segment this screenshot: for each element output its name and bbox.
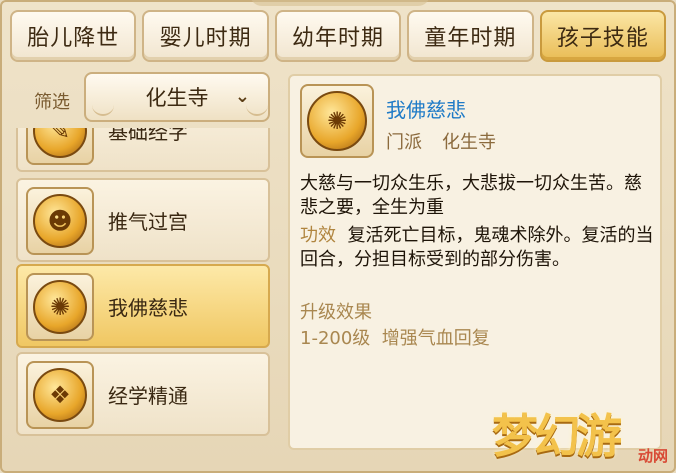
skill-icon-frame: ☻ — [26, 187, 94, 255]
skill-icon-frame: ✺ — [26, 273, 94, 341]
twin-figures-gold-icon: ☻ — [33, 194, 87, 248]
school-label: 门派 — [386, 132, 422, 153]
skill-name: 我佛慈悲 — [386, 98, 466, 122]
effect-label: 功效 — [300, 225, 336, 246]
skill-item-label: 经学精通 — [108, 384, 188, 408]
tab-infant[interactable]: 婴儿时期 — [142, 10, 269, 62]
detail-icon-frame: ✺ — [300, 84, 374, 158]
skill-item-label: 基础经字 — [108, 128, 188, 144]
dropdown-selected-value: 化生寺 — [145, 86, 209, 110]
skill-item-buddha-mercy[interactable]: ✺ 我佛慈悲 — [16, 264, 270, 348]
tab-fetal[interactable]: 胎儿降世 — [10, 10, 137, 62]
skill-icon-frame: ✎ — [26, 128, 94, 165]
effect-text: 复活死亡目标，鬼魂术除外。复活的当回合，分担目标受到的部分伤害。 — [300, 225, 654, 270]
upgrade-level: 1-200级 — [300, 328, 371, 349]
swirl-gold-icon: ✺ — [33, 280, 87, 334]
tab-bar: 胎儿降世 婴儿时期 幼年时期 童年时期 孩子技能 — [10, 10, 667, 64]
dropdown-ornament-left — [92, 104, 114, 116]
scroll-gold-icon: ✎ — [33, 128, 87, 158]
scroll-bundle-gold-icon: ❖ — [33, 368, 87, 422]
dropdown-ornament-right — [246, 104, 268, 116]
skill-item-basic-scripture[interactable]: ✎ 基础经字 — [16, 128, 270, 172]
skill-effect: 功效 复活死亡目标，鬼魂术除外。复活的当回合，分担目标受到的部分伤害。 — [300, 224, 656, 272]
tab-toddler[interactable]: 幼年时期 — [274, 10, 402, 62]
skill-item-push-qi[interactable]: ☻ 推气过宫 — [16, 178, 270, 262]
swirl-gold-icon: ✺ — [307, 91, 367, 151]
skill-item-scripture-mastery[interactable]: ❖ 经学精通 — [16, 352, 270, 436]
school-filter-dropdown[interactable]: 化生寺 ⌄ — [84, 72, 270, 122]
skill-item-label: 我佛慈悲 — [108, 296, 188, 320]
skill-item-label: 推气过宫 — [108, 210, 188, 234]
upgrade-row: 1-200级 增强气血回复 — [300, 324, 490, 350]
upgrade-text: 增强气血回复 — [381, 328, 490, 349]
skill-detail-panel: ✺ 我佛慈悲 门派 化生寺 大慈与一切众生乐，大悲拔一切众生苦。慈悲之要，全生为… — [288, 74, 662, 450]
school-value: 化生寺 — [442, 132, 496, 153]
skill-description: 大慈与一切众生乐，大悲拔一切众生苦。慈悲之要，全生为重 — [300, 173, 642, 218]
top-ornament — [250, 0, 430, 6]
skill-icon-frame: ❖ — [26, 361, 94, 429]
tab-child-skills[interactable]: 孩子技能 — [539, 10, 667, 62]
filter-label: 筛选 — [34, 92, 70, 113]
tab-childhood[interactable]: 童年时期 — [407, 10, 534, 62]
skill-list[interactable]: ✎ 基础经字 ☻ 推气过宫 ✺ 我佛慈悲 ❖ 经学精通 — [14, 128, 270, 464]
upgrade-title: 升级效果 — [300, 302, 372, 323]
